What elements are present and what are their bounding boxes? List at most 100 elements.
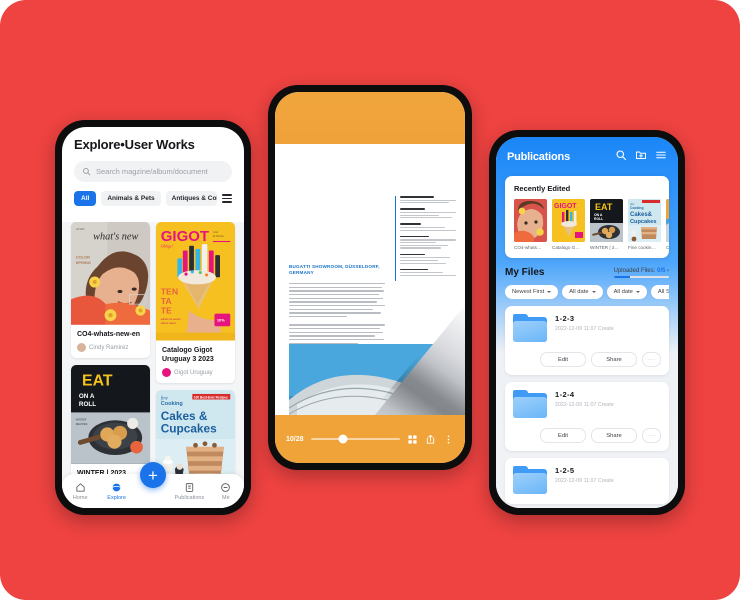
share-button[interactable]: Share (591, 352, 637, 367)
category-chip-all[interactable]: All (74, 191, 97, 206)
recent-item[interactable]: C… (666, 199, 669, 250)
page-slider-knob[interactable] (338, 434, 348, 444)
page-slider[interactable] (310, 434, 400, 444)
share-button[interactable]: Share (591, 428, 637, 443)
create-fab-wrapper: + (140, 462, 166, 488)
search-icon (83, 168, 91, 176)
sidebar-notes-column (395, 196, 456, 281)
file-row-main: 1-2-3 2022-12-09 11:07 Create (513, 314, 661, 344)
create-button[interactable]: + (140, 462, 166, 488)
svg-text:ON A: ON A (79, 393, 95, 400)
magazine-card[interactable]: GIGOT Oblige! Cool de Verano TEN TA TE e… (156, 222, 235, 384)
file-row-actions: Edit Share ··· (513, 428, 661, 443)
thumbnails-grid-button[interactable] (407, 434, 418, 445)
recently-edited-list[interactable]: CO4-whats… GIGOT Catalogo G… EAT ON A RO… (505, 199, 669, 250)
search-button[interactable] (615, 148, 627, 166)
file-row[interactable]: 1-2-5 2022-12-09 11:07 Create (505, 458, 669, 504)
more-options-button[interactable] (443, 434, 454, 445)
my-files-section: My Files Uploaded Files: 0/5 › Newest Fi… (505, 267, 669, 504)
uploaded-files-text: Uploaded Files: 0/5 › (614, 268, 669, 274)
recent-label: CO4-whats… (514, 245, 542, 250)
search-placeholder: Search magzine/album/document (96, 167, 208, 176)
category-chip-animals-pets[interactable]: Animals & Pets (101, 191, 161, 206)
edit-button[interactable]: Edit (540, 352, 586, 367)
svg-text:Cooking: Cooking (630, 206, 644, 210)
publications-header: Publications (496, 137, 678, 166)
file-row-actions: Edit Share ··· (513, 352, 661, 367)
cover-eat-on-a-roll: EAT ON A ROLL WINTER RECIPES (71, 365, 150, 464)
search-input[interactable]: Search magzine/album/document (74, 161, 232, 182)
filter-date-1[interactable]: All date (562, 285, 603, 299)
more-vertical-icon (447, 434, 450, 444)
recent-item[interactable]: CO4-whats… (514, 199, 547, 250)
file-name: 1-2-5 (555, 466, 575, 475)
tab-explore[interactable]: Explore (98, 482, 134, 501)
note-group (400, 253, 456, 264)
reader-top-bar (275, 92, 465, 144)
filter-date-2[interactable]: All date (606, 285, 647, 299)
card-title: Catalogo Gigot Uruguay 3 2023 (162, 346, 214, 363)
masonry-columns: AVON COLOR SPRING what's new CO4-whats-n… (62, 222, 244, 498)
chevron-down-icon (547, 291, 552, 293)
card-byline: Cindy Ramirez (77, 343, 144, 353)
file-row-main: 1-2-5 2022-12-09 11:07 Create (513, 466, 661, 496)
svg-text:TE: TE (161, 306, 172, 316)
tab-publications[interactable]: Publications (171, 482, 207, 501)
uploaded-files-label: Uploaded Files: (613, 268, 656, 274)
upload-progress-bar (613, 276, 669, 278)
phone-explore: Explore•User Works Search magzine/album/… (55, 120, 251, 515)
note-group (400, 208, 456, 219)
svg-text:SPRING: SPRING (76, 260, 91, 265)
page-title: Explore•User Works (74, 137, 195, 152)
phone-publications: Publications Recently Edited CO4-whats… … (489, 130, 685, 515)
svg-text:RECIPES: RECIPES (76, 422, 88, 426)
card-author: Gigot Uruguay (174, 369, 213, 376)
magazine-card[interactable]: AVON COLOR SPRING what's new CO4-whats-n… (71, 222, 150, 359)
svg-text:Cupcakes: Cupcakes (630, 219, 656, 225)
file-row[interactable]: 1-2-4 2022-12-09 11:07 Create Edit Share… (505, 382, 669, 451)
svg-text:todo lo nuevo: todo lo nuevo (161, 322, 177, 325)
file-meta: 2022-12-09 11:07 Create (555, 478, 614, 484)
card-author: Cindy Ramirez (89, 344, 129, 351)
recent-thumbnail: GIGOT (552, 199, 585, 242)
edit-button[interactable]: Edit (540, 428, 586, 443)
uploaded-files-indicator[interactable]: Uploaded Files: 0/5 › (613, 268, 669, 278)
add-folder-button[interactable] (635, 148, 647, 166)
avatar (77, 343, 86, 353)
phone-reader: BUGATTI SHOWROOM, DÜSSELDORF, GERMANY 10… (268, 85, 472, 470)
file-row-main: 1-2-4 2022-12-09 11:07 Create (513, 390, 661, 420)
svg-text:Cupcakes: Cupcakes (161, 422, 217, 436)
thumb-cakes: fine Cooking Cakes& Cupcakes (628, 199, 661, 242)
filter-sort[interactable]: Newest First (505, 285, 559, 299)
home-icon (76, 482, 85, 492)
tab-home[interactable]: Home (62, 482, 98, 501)
card-byline: Gigot Uruguay (162, 368, 229, 378)
recent-item[interactable]: fine Cooking Cakes& Cupcakes Fine cookin… (628, 199, 661, 250)
file-row-text: 1-2-3 2022-12-09 11:07 Create (555, 314, 614, 344)
search-icon (616, 150, 627, 161)
file-row[interactable]: 1-2-3 2022-12-09 11:07 Create Edit Share… (505, 306, 669, 375)
filter-status[interactable]: All Statuses (650, 285, 669, 299)
filter-label: All date (569, 289, 589, 295)
category-chip-antiques[interactable]: Antiques & Collecti (165, 191, 217, 206)
more-options-button[interactable]: ··· (642, 352, 661, 367)
explore-screen: Explore•User Works Search magzine/album/… (62, 127, 244, 508)
page-background: Explore•User Works Search magzine/album/… (0, 0, 740, 600)
tab-label: Publications (174, 494, 205, 501)
filter-chip-row: Newest First All date All date All Statu… (505, 285, 669, 299)
file-row-text: 1-2-4 2022-12-09 11:07 Create (555, 390, 614, 420)
recent-item[interactable]: EAT ON A ROLL WINTER | 2… (590, 199, 623, 250)
file-name: 1-2-4 (555, 390, 575, 399)
recently-edited-panel: Recently Edited CO4-whats… GIGOT Catalog… (505, 176, 669, 258)
filter-label: All date (613, 289, 633, 295)
share-button[interactable] (425, 434, 436, 445)
tab-me[interactable]: Me (208, 482, 244, 501)
svg-text:Cooking: Cooking (161, 401, 183, 407)
more-options-button[interactable]: ··· (642, 428, 661, 443)
svg-text:100 Best-Ever Recipes: 100 Best-Ever Recipes (194, 396, 228, 400)
magazine-page[interactable]: BUGATTI SHOWROOM, DÜSSELDORF, GERMANY (275, 144, 465, 415)
hamburger-icon[interactable] (222, 194, 232, 203)
recent-item[interactable]: GIGOT Catalogo G… (552, 199, 585, 250)
menu-button[interactable] (655, 148, 667, 166)
recently-edited-title: Recently Edited (514, 184, 571, 193)
